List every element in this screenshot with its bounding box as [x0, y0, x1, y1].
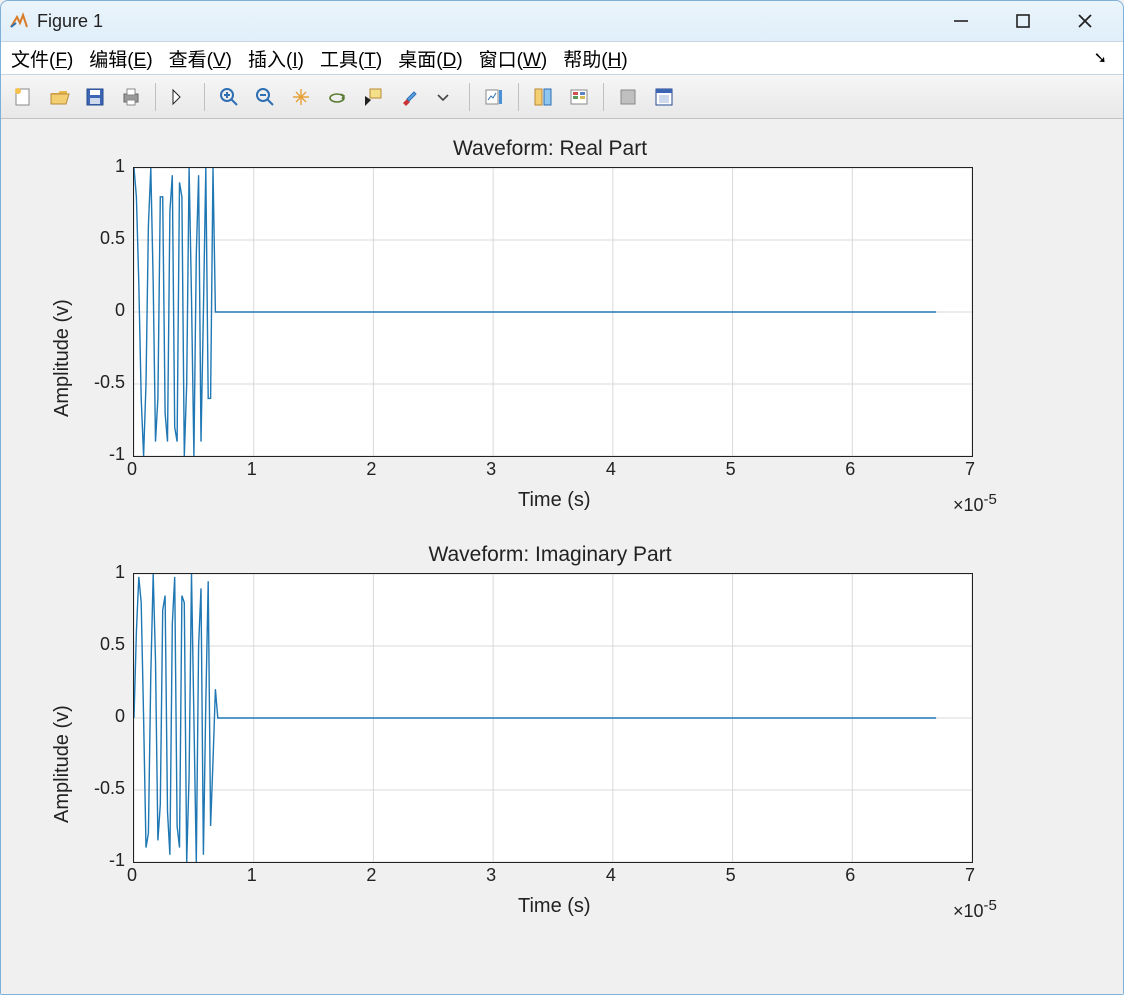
insert-colorbar-button[interactable]: [478, 81, 510, 113]
xtick-label: 2: [366, 459, 376, 480]
xtick-label: 4: [606, 865, 616, 886]
xlabel-real: Time (s): [518, 489, 591, 512]
ylabel-imag: Amplitude (v): [51, 705, 74, 823]
xtick-label: 1: [247, 865, 257, 886]
show-plot-tools-button[interactable]: [648, 81, 680, 113]
axes-imag[interactable]: [133, 573, 973, 863]
window-title: Figure 1: [37, 11, 103, 32]
maximize-button[interactable]: [1005, 6, 1041, 36]
ytick-label: 0.5: [75, 228, 125, 249]
xtick-label: 2: [366, 865, 376, 886]
rotate3d-button[interactable]: [321, 81, 353, 113]
ytick-label: 0.5: [75, 634, 125, 655]
xtick-label: 6: [845, 459, 855, 480]
plot-title-imag: Waveform: Imaginary Part: [13, 543, 1087, 567]
open-button[interactable]: [43, 81, 75, 113]
toolbar-separator: [469, 83, 470, 111]
data-cursor-button[interactable]: [357, 81, 389, 113]
figure-window: Figure 1 文件(F) 编辑(E) 查看(V) 插入(I) 工具(T) 桌…: [0, 0, 1124, 995]
xtick-label: 6: [845, 865, 855, 886]
menu-edit[interactable]: 编辑(E): [89, 45, 152, 72]
xtick-label: 0: [127, 459, 137, 480]
xtick-label: 7: [965, 865, 975, 886]
ytick-label: -0.5: [75, 372, 125, 393]
xtick-label: 1: [247, 459, 257, 480]
xtick-label: 5: [726, 865, 736, 886]
ylabel-real: Amplitude (v): [51, 299, 74, 417]
ytick-label: 1: [75, 562, 125, 583]
zoom-in-button[interactable]: [213, 81, 245, 113]
matlab-icon: [9, 11, 29, 31]
xtick-label: 3: [486, 865, 496, 886]
titlebar[interactable]: Figure 1: [1, 1, 1123, 41]
link-dropdown-button[interactable]: [429, 81, 461, 113]
menu-help[interactable]: 帮助(H): [563, 45, 627, 72]
ytick-label: 0: [75, 706, 125, 727]
subplot-imag: Waveform: Imaginary Part Amplitude (v) T…: [13, 543, 1087, 943]
menu-file[interactable]: 文件(F): [11, 45, 73, 72]
toolbar-separator: [518, 83, 519, 111]
menu-tools[interactable]: 工具(T): [320, 45, 382, 72]
dock-arrow-icon[interactable]: ➘: [1094, 48, 1113, 68]
menu-desktop[interactable]: 桌面(D): [398, 45, 462, 72]
toolbar: [1, 75, 1123, 119]
print-button[interactable]: [115, 81, 147, 113]
x-exponent-real: ×10-5: [953, 491, 997, 516]
xtick-label: 0: [127, 865, 137, 886]
zoom-out-button[interactable]: [249, 81, 281, 113]
xtick-label: 5: [726, 459, 736, 480]
toolbar-separator: [204, 83, 205, 111]
ytick-label: 1: [75, 156, 125, 177]
menubar: 文件(F) 编辑(E) 查看(V) 插入(I) 工具(T) 桌面(D) 窗口(W…: [1, 41, 1123, 75]
subplot-real: Waveform: Real Part Amplitude (v) Time (…: [13, 137, 1087, 537]
window-buttons: [943, 6, 1115, 36]
plot-title-real: Waveform: Real Part: [13, 137, 1087, 161]
menu-insert[interactable]: 插入(I): [248, 45, 304, 72]
xlabel-imag: Time (s): [518, 895, 591, 918]
minimize-button[interactable]: [943, 6, 979, 36]
brush-button[interactable]: [393, 81, 425, 113]
ytick-label: 0: [75, 300, 125, 321]
ytick-label: -0.5: [75, 778, 125, 799]
ytick-label: -1: [75, 850, 125, 871]
pan-button[interactable]: [285, 81, 317, 113]
save-button[interactable]: [79, 81, 111, 113]
xtick-label: 4: [606, 459, 616, 480]
ytick-label: -1: [75, 444, 125, 465]
toolbar-separator: [603, 83, 604, 111]
close-button[interactable]: [1067, 6, 1103, 36]
menu-view[interactable]: 查看(V): [169, 45, 232, 72]
toolbar-separator: [155, 83, 156, 111]
xtick-label: 7: [965, 459, 975, 480]
edit-plot-button[interactable]: [164, 81, 196, 113]
new-figure-button[interactable]: [7, 81, 39, 113]
insert-legend2-button[interactable]: [563, 81, 595, 113]
figure-canvas[interactable]: Waveform: Real Part Amplitude (v) Time (…: [1, 119, 1123, 994]
insert-legend-button[interactable]: [527, 81, 559, 113]
axes-real[interactable]: [133, 167, 973, 457]
xtick-label: 3: [486, 459, 496, 480]
x-exponent-imag: ×10-5: [953, 897, 997, 922]
hide-plot-tools-button[interactable]: [612, 81, 644, 113]
menu-window[interactable]: 窗口(W): [479, 45, 548, 72]
